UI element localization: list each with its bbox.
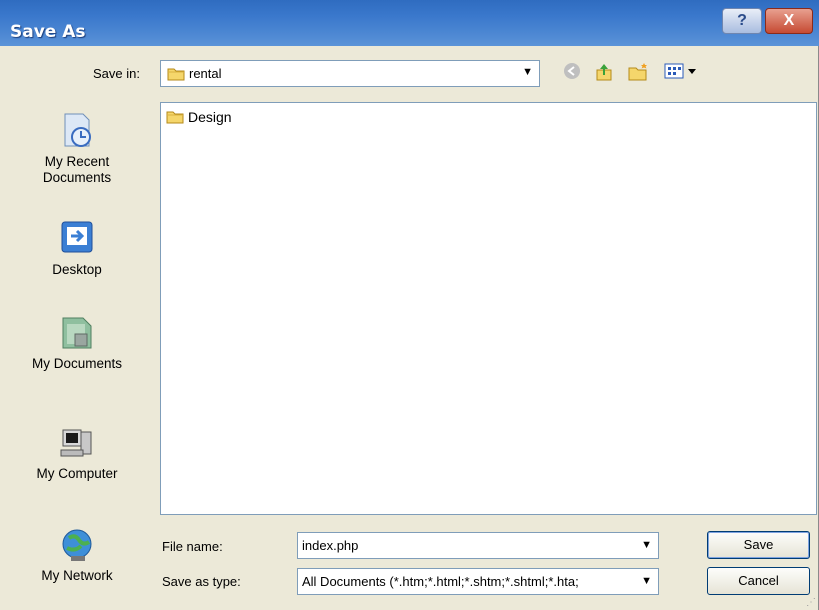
file-list[interactable]: Design [160, 102, 817, 515]
place-my-documents[interactable]: My Documents [8, 312, 146, 372]
places-bar: My Recent Documents Desktop My Documents [8, 100, 146, 600]
close-button[interactable]: X [765, 8, 813, 34]
place-my-recent-documents[interactable]: My Recent Documents [8, 110, 146, 186]
my-computer-icon [60, 429, 92, 457]
folder-icon [167, 68, 185, 81]
dialog-title: Save As [10, 22, 86, 42]
my-documents-icon [62, 317, 92, 349]
place-label: Desktop [52, 262, 102, 277]
cancel-button[interactable]: Cancel [707, 567, 810, 595]
chevron-down-icon[interactable]: ▼ [641, 539, 652, 551]
views-menu-icon[interactable] [662, 62, 702, 84]
place-label: My Network [41, 568, 113, 583]
place-label: My Documents [31, 356, 123, 371]
desktop-icon [61, 221, 93, 253]
chevron-down-icon[interactable]: ▼ [522, 66, 533, 78]
title-bar[interactable]: Save As ? X [0, 0, 819, 46]
list-item[interactable]: Design [166, 109, 232, 127]
recent-documents-icon [64, 113, 91, 147]
save-as-type-value: All Documents (*.htm;*.html;*.shtm;*.sht… [302, 574, 579, 589]
my-network-icon [62, 529, 92, 561]
place-my-network[interactable]: My Network [8, 524, 146, 584]
save-as-type-dropdown[interactable]: All Documents (*.htm;*.html;*.shtm;*.sht… [297, 568, 659, 595]
save-as-dialog: Save As ? X Save in: rental ▼ My Recent … [0, 0, 819, 610]
filename-input[interactable]: index.php ▼ [297, 532, 659, 559]
save-as-type-label: Save as type: [162, 574, 241, 589]
resize-grip-icon[interactable]: ⋰ [806, 597, 816, 608]
new-folder-icon[interactable] [626, 62, 650, 84]
filename-value: index.php [302, 538, 359, 553]
save-in-dropdown[interactable]: rental ▼ [160, 60, 540, 87]
up-folder-icon[interactable] [592, 62, 616, 84]
back-icon[interactable] [560, 62, 584, 84]
place-label: My Computer [36, 466, 118, 481]
save-in-value: rental [189, 66, 222, 81]
chevron-down-icon[interactable]: ▼ [641, 575, 652, 587]
save-button[interactable]: Save [707, 531, 810, 559]
place-label: My Recent Documents [42, 154, 112, 185]
help-button[interactable]: ? [722, 8, 762, 34]
save-in-label: Save in: [93, 66, 140, 81]
folder-icon [166, 111, 184, 124]
place-my-computer[interactable]: My Computer [8, 422, 146, 482]
filename-label: File name: [162, 539, 223, 554]
file-name: Design [188, 109, 232, 125]
place-desktop[interactable]: Desktop [8, 218, 146, 278]
